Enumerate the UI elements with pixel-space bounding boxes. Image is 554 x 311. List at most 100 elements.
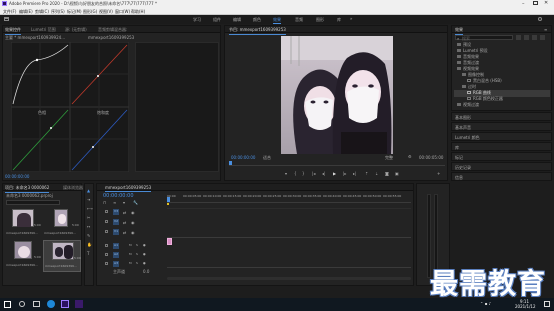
rgb-curves-graph[interactable] [11,42,129,172]
selection-tool-icon[interactable]: ▲ [87,188,90,193]
section-libraries[interactable]: 库 [451,142,552,151]
workspace-assembly[interactable]: 组件 [213,17,221,23]
start-icon[interactable] [4,301,11,308]
project-item-selected[interactable]: mmexport1609399... 5:00 [43,240,81,272]
lock-icon[interactable] [105,244,108,247]
project-item[interactable]: mmexport1609399... 5:00 [6,209,42,239]
go-to-in-icon[interactable]: |◂ [312,171,315,176]
tray-icons[interactable]: ⌃ ▪ ♪ [480,301,491,306]
extract-icon[interactable]: ⇣ [375,171,378,176]
sync-lock-icon[interactable]: ⇄ [123,210,126,215]
slip-tool-icon[interactable]: ↔ [87,224,90,229]
workspace-editing[interactable]: 编辑 [233,17,241,23]
video-track-lanes[interactable] [167,208,411,238]
lock-icon[interactable] [105,230,108,233]
timeline-settings-icon[interactable]: 🔧 [133,200,138,205]
track-target[interactable]: A3 [113,261,119,267]
media-encoder-icon[interactable] [75,300,83,308]
effects-search-input[interactable]: ⌕ 搜索 [455,35,513,41]
mic-icon[interactable]: ● [143,261,146,265]
section-lumetri-color[interactable]: Lumetri 颜色 [451,132,552,141]
step-forward-icon[interactable]: |▸ [343,171,346,176]
snap-icon[interactable]: ⊓ [103,200,106,205]
program-scrubber[interactable] [229,163,445,166]
notification-icon[interactable] [544,301,550,307]
eye-icon[interactable]: ◉ [131,210,135,215]
eye-icon[interactable]: ◉ [131,230,135,235]
tab-media-browser[interactable]: 媒体浏览器 [63,185,83,191]
linked-selection-icon[interactable]: ∞ [113,200,116,205]
go-to-out-icon[interactable]: ▸| [353,171,356,176]
maximize-icon[interactable] [533,1,538,5]
yuv-effects-icon[interactable] [532,35,537,40]
track-target[interactable]: A1 [113,243,119,249]
mic-icon[interactable]: ● [143,243,146,247]
section-essential-sound[interactable]: 基本声音 [451,122,552,131]
eye-icon[interactable]: ◉ [131,220,135,225]
project-search-input[interactable] [6,200,60,205]
32bit-effects-icon[interactable] [524,35,529,40]
panel-menu-icon[interactable]: ≡ [544,27,547,32]
lift-icon[interactable]: ⇡ [365,171,368,176]
pen-tool-icon[interactable]: ✎ [87,233,90,238]
program-video-frame[interactable] [281,36,393,154]
workspace-color[interactable]: 颜色 [253,17,261,23]
playhead-marker-icon[interactable] [229,161,232,165]
export-frame-icon[interactable]: ◙ [385,171,389,176]
lock-icon[interactable] [105,253,108,256]
home-icon[interactable] [4,17,9,21]
tab-effects[interactable]: 效果 [455,27,463,35]
solo-icon[interactable]: S [136,261,138,265]
audio-track-lanes[interactable] [167,242,411,268]
search-taskbar-icon[interactable] [19,301,25,307]
workspace-libraries[interactable]: 库 [337,17,341,23]
track-select-tool-icon[interactable]: ⇥ [87,197,90,202]
timeline-scrollbar[interactable] [167,277,411,280]
workspace-audio[interactable]: 音频 [295,17,303,23]
step-back-icon[interactable]: ◂| [322,171,325,176]
workspace-effects[interactable]: 效果 [273,17,281,24]
edge-icon[interactable] [47,300,55,308]
track-header-v1[interactable]: V1 ⇄ ◉ [103,228,165,237]
lock-icon[interactable] [105,210,108,213]
tab-project[interactable]: 项目: 未命名3 0000062 [5,185,50,193]
track-header-a2[interactable]: A2 M S ● [103,251,165,259]
section-essential-graphics[interactable]: 基本图形 [451,112,552,121]
task-view-icon[interactable] [33,301,40,307]
close-icon[interactable]: ✕ [544,0,550,7]
master-value[interactable]: 0.0 [143,269,149,274]
add-marker-icon[interactable]: ▾ [285,171,287,176]
timeline-ruler[interactable]: 00:00 00:00:05:00 00:00:10:00 00:00:15:0… [167,193,411,203]
section-history[interactable]: 历史记录 [451,162,552,171]
lock-icon[interactable] [105,262,108,265]
search-icon[interactable] [538,17,542,21]
button-editor-icon[interactable]: + [437,171,440,176]
solo-icon[interactable]: S [136,243,138,247]
tab-program[interactable]: 节目: mmexport1609399253 [229,27,286,35]
workspace-more-icon[interactable]: » [350,16,352,21]
project-item[interactable]: mmexport1609399... 5:00 [6,241,42,271]
track-target[interactable]: A2 [113,252,119,258]
project-item[interactable]: mmexport1609399... 5:00 [44,209,80,239]
section-info[interactable]: 信息 [451,172,552,181]
mic-icon[interactable]: ● [143,252,146,256]
comparison-view-icon[interactable]: ▣ [395,171,399,176]
lock-icon[interactable] [105,220,108,223]
accelerated-effects-icon[interactable] [516,35,521,40]
work-area-bar[interactable] [167,203,169,205]
mute-icon[interactable]: M [129,252,132,256]
mute-icon[interactable]: M [129,243,132,247]
type-tool-icon[interactable]: T [87,251,89,256]
mark-in-icon[interactable]: { [294,171,297,176]
wrench-icon[interactable]: ⚙ [408,154,412,159]
track-target[interactable]: V2 [113,219,119,225]
workspace-learn[interactable]: 学习 [193,17,201,23]
play-icon[interactable]: ▶ [333,171,336,176]
add-marker-timeline-icon[interactable]: ▾ [123,200,125,205]
tab-source[interactable]: 源: (无剪辑) [65,27,87,33]
tab-lumetri-scopes[interactable]: Lumetri 范围 [31,27,56,33]
track-target[interactable]: V1 [113,229,119,235]
ripple-edit-tool-icon[interactable]: ⟷ [87,206,93,211]
tab-effect-controls[interactable]: 效果控件 [5,27,21,35]
track-target[interactable]: V3 [113,209,119,215]
